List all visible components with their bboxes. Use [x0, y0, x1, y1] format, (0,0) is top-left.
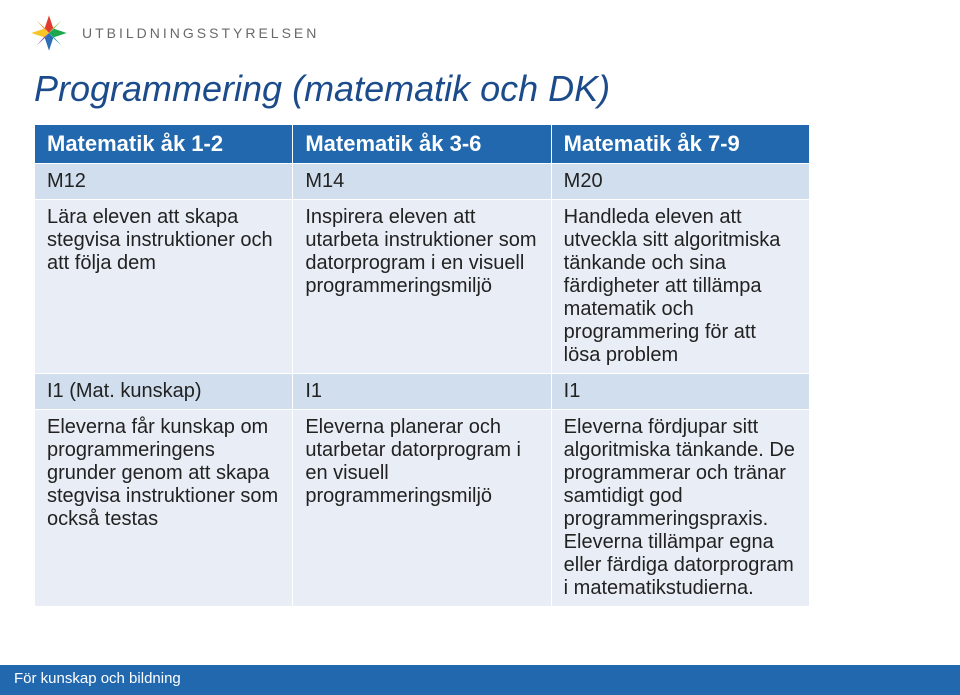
table-row: Eleverna får kunskap om programmeringens…: [35, 410, 810, 607]
table-row: I1 (Mat. kunskap) I1 I1: [35, 374, 810, 410]
cell-r4c1: Eleverna får kunskap om programmeringens…: [35, 410, 293, 607]
cell-r3c2: I1: [293, 374, 551, 410]
curriculum-table: Matematik åk 1-2 Matematik åk 3-6 Matema…: [34, 124, 810, 607]
cell-r3c1: I1 (Mat. kunskap): [35, 374, 293, 410]
cell-r4c3: Eleverna fördjupar sitt algoritmiska tän…: [551, 410, 809, 607]
table-row: M12 M14 M20: [35, 164, 810, 200]
cell-r2c3: Handleda eleven att utveckla sitt algori…: [551, 200, 809, 374]
cell-r1c3: M20: [551, 164, 809, 200]
header-cell-3: Matematik åk 7-9: [551, 125, 809, 164]
cell-r2c1: Lära eleven att skapa stegvisa instrukti…: [35, 200, 293, 374]
table-header-row: Matematik åk 1-2 Matematik åk 3-6 Matema…: [35, 125, 810, 164]
footer-bar: För kunskap och bildning: [0, 665, 960, 695]
page-title: Programmering (matematik och DK): [0, 54, 960, 110]
table-container: Matematik åk 1-2 Matematik åk 3-6 Matema…: [0, 110, 960, 607]
header: UTBILDNINGSSTYRELSEN: [0, 0, 960, 54]
cell-r2c2: Inspirera eleven att utarbeta instruktio…: [293, 200, 551, 374]
slide: UTBILDNINGSSTYRELSEN Programmering (mate…: [0, 0, 960, 695]
footer-text: För kunskap och bildning: [14, 670, 181, 687]
cell-r3c3: I1: [551, 374, 809, 410]
cell-r1c1: M12: [35, 164, 293, 200]
cell-r4c2: Eleverna planerar och utarbetar datorpro…: [293, 410, 551, 607]
header-cell-1: Matematik åk 1-2: [35, 125, 293, 164]
table-row: Lära eleven att skapa stegvisa instrukti…: [35, 200, 810, 374]
cell-r1c2: M14: [293, 164, 551, 200]
logo-icon: [28, 12, 70, 54]
org-name: UTBILDNINGSSTYRELSEN: [82, 25, 319, 41]
header-cell-2: Matematik åk 3-6: [293, 125, 551, 164]
